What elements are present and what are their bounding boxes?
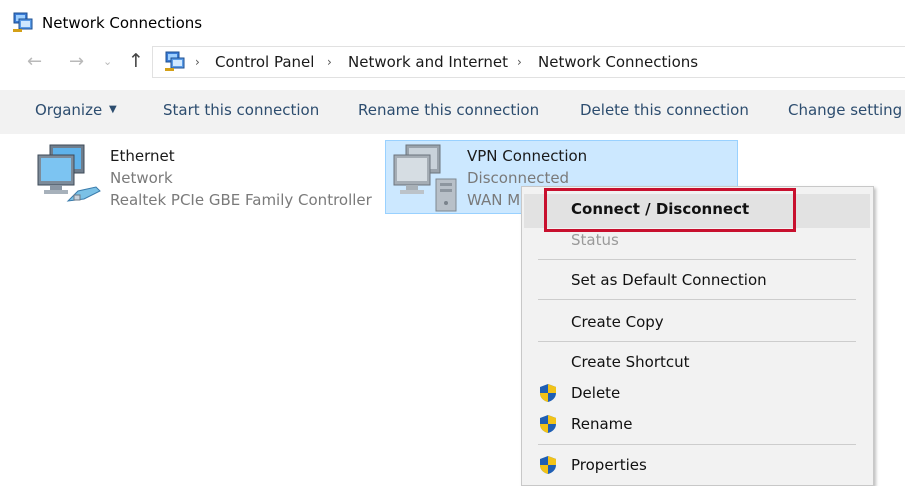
menu-separator [538, 341, 856, 342]
uac-shield-icon [539, 414, 557, 434]
menu-separator [538, 259, 856, 260]
breadcrumb-network-connections[interactable]: Network Connections [538, 53, 698, 71]
menu-item-properties[interactable]: Properties [571, 456, 647, 474]
menu-item-rename[interactable]: Rename [571, 415, 633, 433]
breadcrumb-control-panel[interactable]: Control Panel [215, 53, 314, 71]
annotation-highlight-box [544, 188, 796, 232]
window-title: Network Connections [42, 14, 203, 32]
back-arrow-icon[interactable]: ← [27, 52, 42, 72]
up-arrow-icon[interactable]: ↑ [128, 50, 144, 72]
menu-separator [538, 444, 856, 445]
connection-name-ethernet[interactable]: Ethernet [110, 147, 175, 165]
menu-item-set-default[interactable]: Set as Default Connection [571, 271, 767, 289]
menu-item-create-copy[interactable]: Create Copy [571, 313, 664, 331]
delete-connection-button[interactable]: Delete this connection [580, 101, 749, 119]
uac-shield-icon [539, 455, 557, 475]
connection-name-vpn[interactable]: VPN Connection [467, 147, 587, 165]
connection-status-ethernet: Network [110, 169, 173, 187]
menu-item-create-shortcut[interactable]: Create Shortcut [571, 353, 690, 371]
rename-connection-button[interactable]: Rename this connection [358, 101, 539, 119]
breadcrumb-separator-icon[interactable]: › [327, 55, 332, 69]
connection-status-vpn: Disconnected [467, 169, 570, 187]
menu-item-delete[interactable]: Delete [571, 384, 620, 402]
caret-down-icon[interactable]: ▼ [109, 104, 117, 115]
control-panel-icon [164, 50, 186, 72]
vpn-adapter-icon[interactable] [390, 143, 462, 213]
menu-separator [538, 299, 856, 300]
ethernet-adapter-icon[interactable] [34, 143, 106, 209]
connection-device-ethernet: Realtek PCIe GBE Family Controller [110, 191, 372, 209]
network-connections-icon [12, 11, 34, 33]
forward-arrow-icon[interactable]: → [69, 52, 84, 72]
uac-shield-icon [539, 383, 557, 403]
start-connection-button[interactable]: Start this connection [163, 101, 319, 119]
breadcrumb-separator-icon[interactable]: › [195, 55, 200, 69]
connection-device-vpn: WAN M [467, 191, 521, 209]
organize-menu-button[interactable]: Organize [35, 101, 102, 119]
recent-locations-dropdown-icon[interactable]: ⌄ [103, 55, 112, 68]
breadcrumb-network-and-internet[interactable]: Network and Internet [348, 53, 508, 71]
menu-item-status: Status [571, 231, 619, 249]
breadcrumb-separator-icon[interactable]: › [517, 55, 522, 69]
change-settings-button[interactable]: Change setting [788, 101, 902, 119]
